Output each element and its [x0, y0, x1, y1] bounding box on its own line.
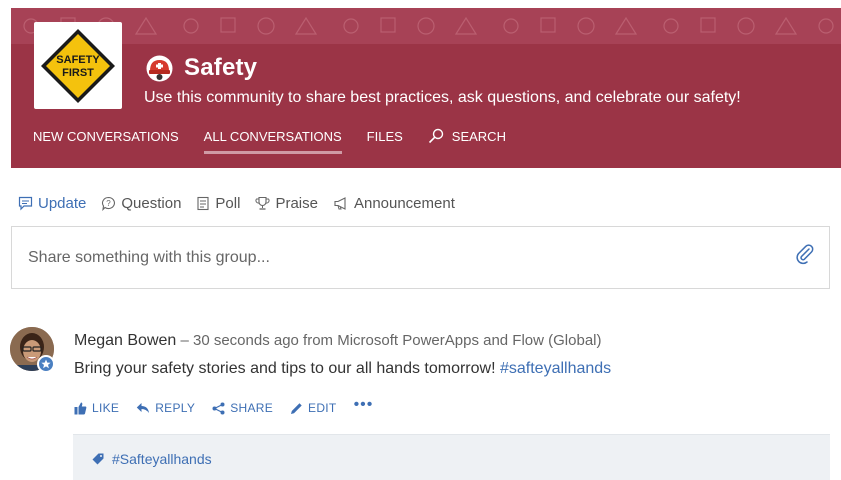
- tab-question-label: Question: [121, 195, 182, 212]
- paperclip-icon[interactable]: [795, 243, 815, 265]
- star-icon: [41, 359, 51, 369]
- pencil-icon: [291, 402, 302, 414]
- group-description: Use this community to share best practic…: [144, 89, 741, 106]
- like-button[interactable]: LIKE: [74, 401, 119, 415]
- topic-tag[interactable]: #Safteyallhands: [92, 451, 212, 467]
- publisher-tabs: Update ? Question Poll Praise Announceme…: [18, 195, 470, 212]
- safety-helmet-icon: [146, 55, 173, 81]
- post-header: Megan Bowen – 30 seconds ago from Micros…: [74, 332, 602, 350]
- tab-announcement[interactable]: Announcement: [333, 195, 455, 212]
- group-logo: SAFETY FIRST: [34, 22, 122, 109]
- topic-tag-label: #Safteyallhands: [112, 451, 212, 467]
- share-button[interactable]: SHARE: [212, 401, 273, 415]
- verified-badge: [37, 355, 55, 373]
- question-bubble-icon: ?: [102, 196, 116, 211]
- banner-pattern: [11, 8, 841, 44]
- nav-search-label: SEARCH: [451, 128, 506, 144]
- reply-label: REPLY: [155, 401, 196, 415]
- share-icon: [212, 402, 225, 414]
- tab-poll[interactable]: Poll: [196, 195, 240, 212]
- nav-files[interactable]: FILES: [367, 129, 403, 144]
- tag-icon: [92, 453, 104, 465]
- search-icon: [428, 128, 443, 144]
- edit-label: EDIT: [308, 401, 337, 415]
- tab-praise-label: Praise: [275, 195, 318, 212]
- like-label: LIKE: [92, 401, 120, 415]
- composer-input[interactable]: [28, 249, 768, 267]
- svg-text:FIRST: FIRST: [62, 67, 94, 79]
- chat-bubble-icon: [18, 196, 33, 211]
- reply-button[interactable]: REPLY: [136, 401, 195, 415]
- nav-search[interactable]: SEARCH: [428, 128, 506, 144]
- group-nav: NEW CONVERSATIONS ALL CONVERSATIONS FILE…: [33, 128, 531, 154]
- svg-text:?: ?: [107, 199, 112, 208]
- share-label: SHARE: [230, 401, 274, 415]
- topics-panel: #Safteyallhands: [73, 434, 830, 480]
- group-title-row: Safety: [146, 54, 257, 82]
- trophy-icon: [255, 196, 270, 210]
- tab-update[interactable]: Update: [18, 195, 86, 212]
- tab-poll-label: Poll: [215, 195, 241, 212]
- group-title: Safety: [184, 54, 258, 81]
- post-body-text: Bring your safety stories and tips to ou…: [74, 360, 500, 377]
- post-hashtag-link[interactable]: #safteyallhands: [500, 360, 611, 377]
- more-options-button[interactable]: •••: [354, 396, 374, 414]
- tab-update-label: Update: [38, 195, 87, 212]
- nav-all-conversations[interactable]: ALL CONVERSATIONS: [203, 129, 342, 154]
- post-body: Bring your safety stories and tips to ou…: [74, 360, 611, 378]
- tab-question[interactable]: ? Question: [101, 195, 181, 212]
- reply-arrow-icon: [137, 403, 150, 413]
- edit-button[interactable]: EDIT: [290, 401, 337, 415]
- poll-icon: [197, 196, 209, 211]
- post-composer: [11, 226, 830, 289]
- group-header-banner: SAFETY FIRST Safety Use this community t…: [11, 8, 841, 168]
- post-meta-text: – 30 seconds ago from Microsoft PowerApp…: [176, 332, 602, 349]
- post-author[interactable]: Megan Bowen: [74, 332, 176, 349]
- svg-text:SAFETY: SAFETY: [56, 54, 100, 66]
- tab-praise[interactable]: Praise: [255, 195, 318, 212]
- thumbs-up-icon: [74, 402, 87, 414]
- tab-announcement-label: Announcement: [353, 195, 455, 212]
- safety-first-sign-icon: SAFETY FIRST: [41, 29, 115, 103]
- nav-new-conversations[interactable]: NEW CONVERSATIONS: [33, 129, 179, 144]
- post-actions: LIKE REPLY SHARE EDIT •••: [74, 396, 373, 415]
- megaphone-icon: [334, 197, 346, 210]
